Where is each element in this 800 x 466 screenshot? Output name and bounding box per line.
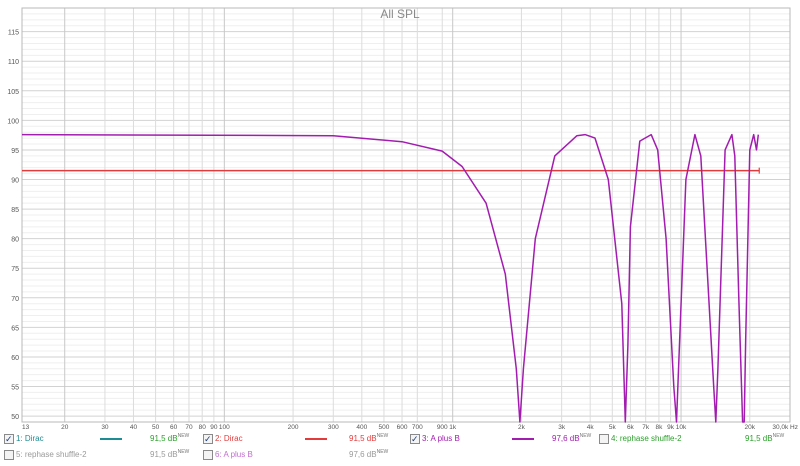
legend-label: 5: rephase shuffle-2 bbox=[16, 450, 87, 459]
y-tick-label: 50 bbox=[11, 414, 19, 421]
grid-lines bbox=[21, 7, 791, 423]
legend-swatch bbox=[100, 438, 122, 440]
legend-label: 1: Dirac bbox=[16, 434, 44, 443]
legend-label: 2: Dirac bbox=[215, 434, 243, 443]
series-line bbox=[21, 133, 760, 423]
legend-label: 6: A plus B bbox=[215, 450, 253, 459]
y-tick-label: 90 bbox=[11, 178, 19, 185]
y-tick-label: 55 bbox=[11, 385, 19, 392]
y-tick-label: 110 bbox=[8, 59, 19, 66]
series-group bbox=[21, 133, 760, 423]
legend-item[interactable]: 1: Dirac 91,5 dBNEW bbox=[2, 432, 192, 446]
legend-badge: NEW bbox=[177, 449, 190, 455]
legend-value: 91,5 dBNEW bbox=[349, 433, 389, 443]
legend-value: 91,5 dBNEW bbox=[150, 449, 190, 459]
legend-label: 4: rephase shuffle-2 bbox=[611, 434, 682, 443]
y-tick-label: 75 bbox=[11, 266, 19, 273]
y-tick-label: 70 bbox=[11, 296, 19, 303]
rew-window: 50 55 60 65 70 75 80 85 90 95 100 105 110 115 13 20 30 4… bbox=[0, 0, 800, 466]
legend-value: 97,6 dBNEW bbox=[552, 433, 592, 443]
y-tick-label: 115 bbox=[8, 30, 19, 37]
spl-graph[interactable]: 50556065707580859095100105110115 13 20 30 4… bbox=[0, 0, 800, 430]
y-tick-label: 100 bbox=[7, 118, 19, 125]
legend-item[interactable]: 5: rephase shuffle-2 91,5 dBNEW bbox=[2, 448, 192, 462]
legend-checkbox[interactable] bbox=[4, 450, 14, 460]
y-tick-label: 80 bbox=[11, 237, 19, 244]
y-tick-label: 60 bbox=[11, 355, 19, 362]
y-tick-label: 85 bbox=[11, 207, 19, 214]
legend-value: 97,6 dBNEW bbox=[349, 449, 389, 459]
legend-badge: NEW bbox=[177, 433, 190, 439]
legend-swatch bbox=[305, 438, 327, 440]
legend-checkbox[interactable] bbox=[203, 450, 213, 460]
chart-title: All SPL bbox=[380, 7, 420, 21]
legend-badge: NEW bbox=[772, 433, 785, 439]
legend-value: 91,5 dBNEW bbox=[150, 433, 190, 443]
legend-label: 3: A plus B bbox=[422, 434, 460, 443]
legend-item[interactable]: 4: rephase shuffle-2 91,5 dBNEW bbox=[597, 432, 787, 446]
legend-item[interactable]: 2: Dirac 91,5 dBNEW bbox=[201, 432, 391, 446]
y-tick-label: 105 bbox=[7, 89, 19, 96]
legend-badge: NEW bbox=[376, 433, 389, 439]
legend-checkbox[interactable] bbox=[4, 432, 14, 446]
y-tick-label: 95 bbox=[11, 148, 19, 155]
y-tick-label: 65 bbox=[11, 325, 19, 332]
legend-value: 91,5 dBNEW bbox=[745, 433, 785, 443]
legend: 1: Dirac 91,5 dBNEW 2: Dirac 91,5 dBNEW 3: A… bbox=[0, 430, 800, 466]
legend-badge: NEW bbox=[376, 449, 389, 455]
legend-checkbox[interactable] bbox=[203, 432, 213, 446]
legend-checkbox[interactable] bbox=[599, 434, 609, 444]
legend-checkbox[interactable] bbox=[410, 432, 420, 446]
legend-item[interactable]: 6: A plus B 97,6 dBNEW bbox=[201, 448, 391, 462]
legend-item[interactable]: 3: A plus B 97,6 dBNEW bbox=[408, 432, 598, 446]
y-axis: 50 55 60 65 70 75 80 85 90 95 100 105 110 115 bbox=[7, 30, 19, 421]
legend-swatch bbox=[512, 438, 534, 440]
legend-badge: NEW bbox=[579, 433, 592, 439]
